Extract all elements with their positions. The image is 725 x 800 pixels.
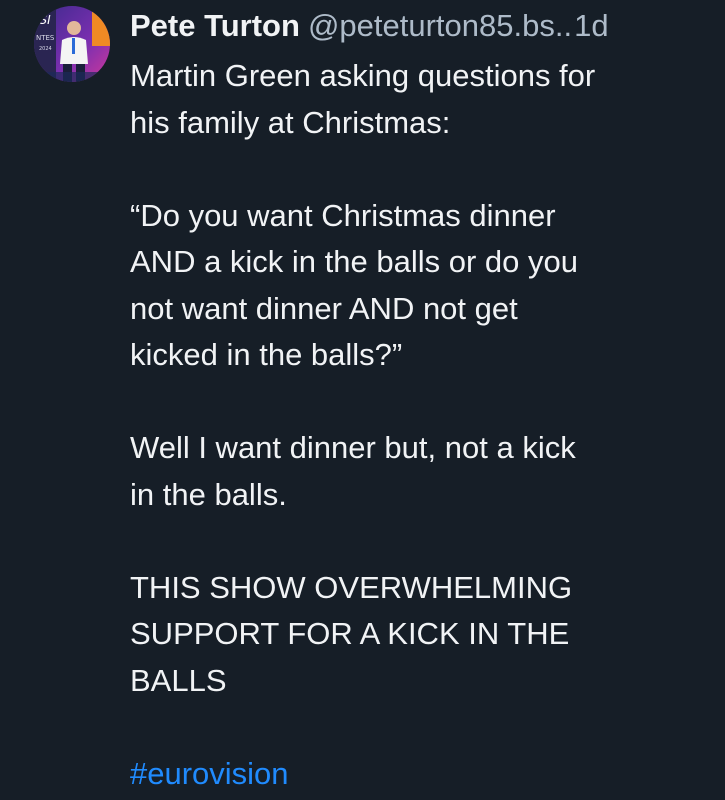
post-body: Martin Green asking questions for his fa… <box>130 53 705 797</box>
svg-text:ISI: ISI <box>36 13 51 27</box>
post-header: Pete Turton @peteturton85.bs.. 1d <box>130 6 707 46</box>
post-paragraph: Well I want dinner but, not a kick in th… <box>130 430 576 512</box>
hashtag-paragraph: #eurovision <box>130 751 705 798</box>
svg-text:NTES: NTES <box>36 34 55 42</box>
author-display-name[interactable]: Pete Turton <box>130 6 300 46</box>
author-avatar[interactable]: ISI NTES 2024 <box>34 6 110 82</box>
post-timestamp[interactable]: 1d <box>574 6 608 46</box>
post-paragraph: “Do you want Christmas dinner AND a kick… <box>130 197 578 373</box>
post-paragraph: THIS SHOW OVERWHELMING SUPPORT FOR A KIC… <box>130 569 573 698</box>
post-card[interactable]: ISI NTES 2024 Pete Turton @peteturton85.… <box>0 0 725 800</box>
hashtag-link[interactable]: #eurovision <box>130 756 289 791</box>
profile-photo-avatar-icon: ISI NTES 2024 <box>34 6 110 82</box>
post-paragraph: Martin Green asking questions for his fa… <box>130 58 596 140</box>
author-handle[interactable]: @peteturton85.bs.. <box>308 6 572 46</box>
svg-text:2024: 2024 <box>39 46 52 52</box>
